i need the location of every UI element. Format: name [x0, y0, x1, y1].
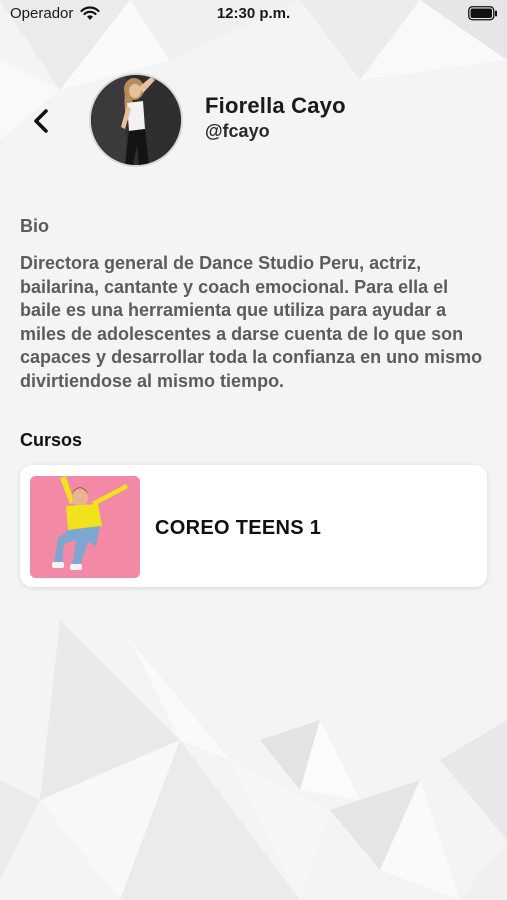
clock: 12:30 p.m. [216, 5, 291, 22]
bio-heading: Bio [20, 216, 49, 236]
course-title: COREO TEENS 1 [155, 517, 322, 539]
profile-handle: @fcayo [205, 121, 270, 141]
avatar [89, 73, 183, 167]
battery-icon [468, 6, 498, 25]
chevron-left-icon [34, 109, 48, 133]
bio-text: Directora general de Dance Studio Peru, … [20, 253, 483, 391]
courses-heading: Cursos [20, 430, 83, 450]
course-thumbnail [30, 476, 140, 578]
profile-name: Fiorella Cayo [205, 93, 346, 118]
course-card[interactable]: COREO TEENS 1 [20, 465, 487, 587]
back-button[interactable] [26, 104, 58, 138]
status-bar: Operador 12:30 p.m. [0, 0, 507, 30]
